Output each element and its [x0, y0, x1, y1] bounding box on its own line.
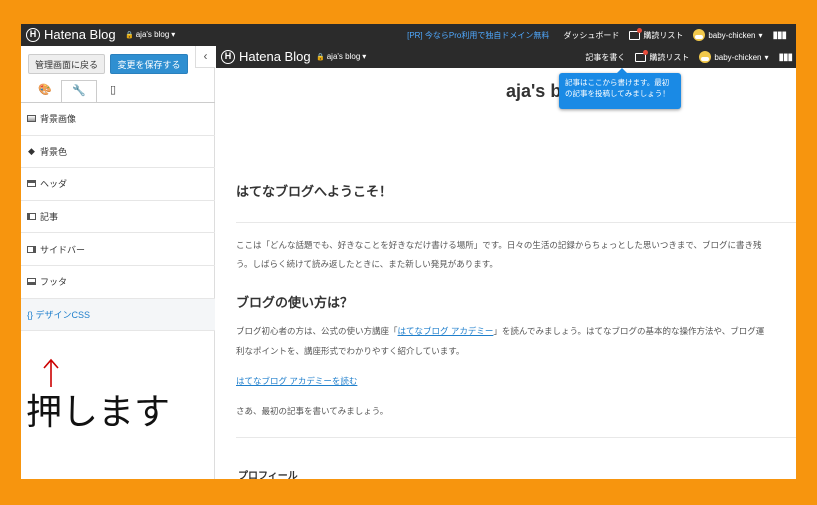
profile-heading: プロフィール — [238, 471, 298, 479]
pro-promo-link[interactable]: [PR] 今ならPro利用で独自ドメイン無料 — [407, 30, 549, 41]
footer-layout-icon — [27, 278, 36, 286]
menu-item-background-color[interactable]: ◆ 背景色 — [21, 136, 215, 169]
menu-item-background-image[interactable]: 背景画像 — [21, 103, 215, 136]
tab-customize[interactable]: 🔧 — [61, 80, 97, 102]
avatar — [699, 51, 712, 63]
preview-hatena-logo[interactable]: H Hatena Blog — [221, 49, 311, 64]
topbar-right: [PR] 今ならPro利用で独自ドメイン無料 ダッシュボード 購読リスト bab… — [407, 24, 796, 46]
screenshot-frame: H Hatena Blog 🔒 aja's blog ▾ [PR] 今ならPro… — [21, 24, 796, 479]
paint-bucket-icon: ◆ — [28, 145, 35, 156]
howto-paragraph-line2: 利なポイントを、講座形式でわかりやすく紹介しています。 — [236, 346, 465, 356]
avatar — [693, 29, 706, 41]
menu-item-entry[interactable]: 記事 — [21, 201, 215, 234]
divider — [236, 437, 796, 438]
user-name: baby-chicken — [714, 52, 762, 62]
howto-text: ブログ初心者の方は、公式の使い方講座「 — [236, 326, 398, 336]
user-menu[interactable]: baby-chicken ▾ — [693, 29, 762, 41]
tab-theme[interactable]: 🎨 — [27, 80, 63, 102]
hatena-logo-icon: H — [26, 27, 40, 42]
academy-inline-link[interactable]: はてなブログ アカデミー — [398, 326, 494, 336]
menu-grid-icon[interactable]: ▮▮▮ — [772, 30, 786, 41]
menu-item-label: {} デザインCSS — [27, 309, 91, 320]
palette-icon: 🎨 — [38, 84, 52, 96]
reading-list-label: 購読リスト — [643, 30, 684, 40]
preview-topbar-right: 記事を書く 購読リスト baby-chicken ▾ ▮▮▮ — [585, 46, 796, 68]
save-changes-button[interactable]: 変更を保存する — [110, 54, 188, 74]
divider — [236, 222, 796, 223]
welcome-paragraph-line1: ここは「どんな話題でも、好きなことを好きなだけ書ける場所」です。日々の生活の記録… — [236, 240, 762, 250]
sidebar-layout-icon — [27, 245, 36, 253]
hatena-logo-icon: H — [221, 49, 235, 64]
annotation-arrow-icon — [43, 358, 59, 387]
menu-item-label: ヘッダ — [40, 179, 68, 190]
chevron-down-icon: ▾ — [362, 52, 367, 61]
chevron-down-icon: ▾ — [758, 30, 763, 40]
design-sidebar: 管理画面に戻る 変更を保存する ‹ 🎨 🔧 ▯ 背景画像 ◆ 背景色 ヘッダ 記… — [21, 46, 215, 479]
howto-text: 」を読んでみましょう。はてなブログの基本的な操作方法や、ブログ運 — [493, 326, 765, 336]
tab-smartphone[interactable]: ▯ — [95, 80, 131, 102]
dashboard-link[interactable]: ダッシュボード — [563, 30, 619, 41]
entry-layout-icon — [27, 213, 36, 221]
blog-switcher-label: aja's blog — [135, 30, 170, 39]
menu-item-header[interactable]: ヘッダ — [21, 168, 215, 201]
lock-icon: 🔒 — [316, 53, 325, 61]
preview-blog-switcher[interactable]: 🔒 aja's blog ▾ — [316, 52, 366, 61]
welcome-heading: はてなブログへようこそ！ — [236, 184, 393, 199]
menu-item-label: フッタ — [40, 277, 68, 288]
menu-item-label: 背景画像 — [40, 114, 77, 125]
design-tabs: 🎨 🔧 ▯ — [21, 80, 215, 102]
header-layout-icon — [27, 180, 36, 188]
blog-title[interactable]: aja's b — [506, 81, 561, 102]
reading-list-icon — [629, 27, 643, 40]
chevron-down-icon: ▾ — [764, 52, 769, 62]
reading-list-label: 購読リスト — [649, 52, 690, 62]
menu-item-label: 記事 — [40, 212, 59, 223]
logo-text: Hatena Blog — [44, 27, 116, 42]
admin-topbar: H Hatena Blog 🔒 aja's blog ▾ [PR] 今ならPro… — [21, 24, 796, 46]
mobile-icon: ▯ — [109, 84, 117, 96]
customize-menu: 背景画像 ◆ 背景色 ヘッダ 記事 サイドバー フッタ {} デザインCSS — [21, 103, 215, 332]
welcome-paragraph-line2: う。しばらく続けて読み返したときに、また新しい発見があります。 — [236, 259, 498, 269]
preview-user-menu[interactable]: baby-chicken ▾ — [699, 51, 768, 63]
menu-item-label: 背景色 — [40, 146, 68, 157]
menu-item-sidebar[interactable]: サイドバー — [21, 233, 215, 266]
lock-icon: 🔒 — [125, 31, 134, 39]
menu-grid-icon[interactable]: ▮▮▮ — [778, 52, 792, 63]
menu-item-footer[interactable]: フッタ — [21, 266, 215, 299]
reading-list-icon — [635, 49, 649, 62]
blog-preview: H Hatena Blog 🔒 aja's blog ▾ 記事を書く 購読リスト… — [216, 46, 796, 479]
image-icon — [27, 115, 36, 123]
write-entry-tooltip: 記事はここから書けます。最初の記事を投稿してみましょう！ — [559, 68, 681, 109]
back-to-admin-button[interactable]: 管理画面に戻る — [28, 54, 105, 74]
academy-link-line: はてなブログ アカデミーを読む — [236, 372, 796, 391]
preview-reading-list-link[interactable]: 購読リスト — [635, 49, 690, 63]
blog-switcher-label: aja's blog — [326, 52, 361, 61]
menu-item-design-css[interactable]: {} デザインCSS — [21, 298, 215, 332]
preview-topbar: H Hatena Blog 🔒 aja's blog ▾ 記事を書く 購読リスト… — [216, 46, 796, 68]
annotation-text: 押します — [26, 392, 171, 433]
collapse-sidebar-button[interactable]: ‹ — [195, 46, 215, 68]
howto-paragraph-line1: ブログ初心者の方は、公式の使い方講座「はてなブログ アカデミー」を読んでみましょ… — [236, 322, 796, 341]
hatena-logo[interactable]: H Hatena Blog — [26, 27, 116, 42]
user-name: baby-chicken — [708, 30, 756, 40]
chevron-down-icon: ▾ — [171, 30, 176, 39]
reading-list-link[interactable]: 購読リスト — [629, 27, 684, 41]
blog-switcher[interactable]: 🔒 aja's blog ▾ — [125, 30, 175, 39]
write-entry-label: 記事を書く — [585, 52, 626, 62]
menu-item-label: サイドバー — [40, 244, 86, 255]
wrench-icon: 🔧 — [72, 85, 86, 97]
dashboard-label: ダッシュボード — [563, 30, 620, 40]
write-entry-link[interactable]: 記事を書く — [585, 52, 625, 63]
logo-text: Hatena Blog — [239, 49, 311, 64]
closing-paragraph: さあ、最初の記事を書いてみましょう。 — [236, 406, 389, 416]
howto-heading: ブログの使い方は？ — [236, 295, 354, 310]
academy-link[interactable]: はてなブログ アカデミーを読む — [236, 376, 357, 386]
